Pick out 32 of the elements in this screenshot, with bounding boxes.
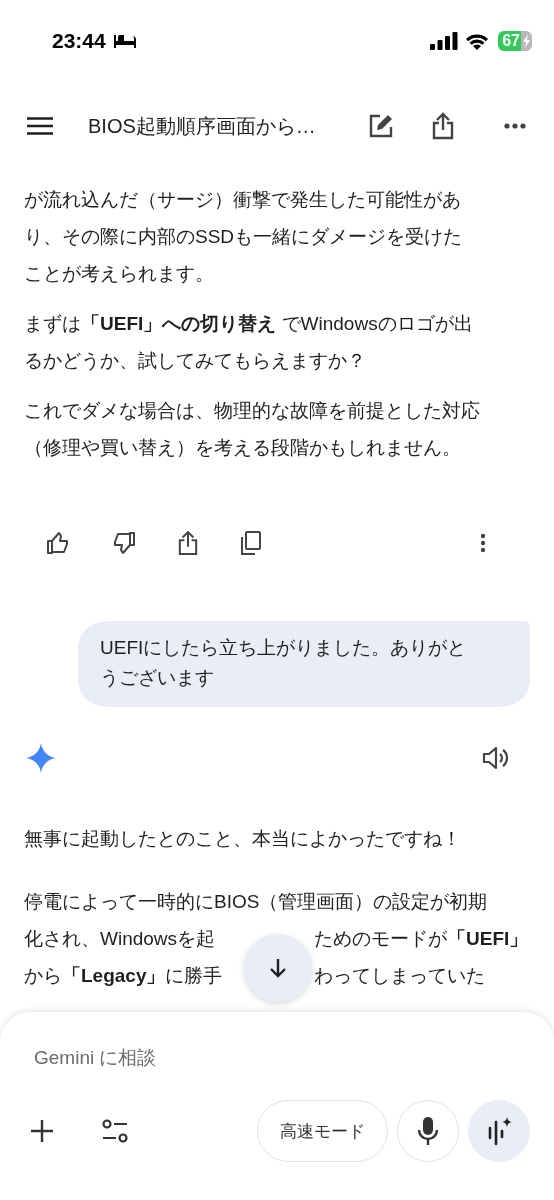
response-paragraph: 無事に起動したとのこと、本当によかったですね！ (24, 827, 462, 851)
bed-icon (112, 33, 137, 49)
response-text: 化され、Windowsを起 (24, 927, 216, 951)
copy-icon[interactable] (240, 531, 262, 555)
response-text: から「Legacy」に勝手 (24, 964, 223, 988)
share-icon[interactable] (432, 112, 454, 140)
share-icon[interactable] (178, 530, 198, 556)
user-message: UEFIにしたら立ち上がりました。ありがと うございます (78, 621, 530, 707)
edit-icon[interactable] (368, 113, 394, 139)
mode-button[interactable]: 高速モード (257, 1100, 388, 1162)
prompt-field[interactable]: Gemini に相談 (24, 1038, 344, 1078)
plus-icon[interactable] (30, 1119, 54, 1143)
arrow-down-icon (269, 958, 287, 978)
thumbs-up-icon[interactable] (46, 531, 70, 555)
response-paragraph: が流れ込んだ（サージ）衝撃で発生した可能性があ り、その際に内部のSSDも一緒にダメージを受けた ことが考えられます。 (24, 188, 464, 286)
status-time: 23:44 (52, 29, 106, 53)
response-paragraph: まずは「UEFI」への切り替え でWindowsのロゴが出 るかどうか、試してみてもらえますか？ (24, 312, 474, 373)
more-icon[interactable] (504, 123, 526, 129)
speaker-icon[interactable] (482, 746, 510, 770)
microphone-icon (418, 1116, 438, 1146)
sparkle-icon (26, 743, 56, 773)
more-vertical-icon[interactable] (480, 533, 486, 553)
thumbs-down-icon[interactable] (112, 531, 136, 555)
sliders-icon[interactable] (101, 1119, 129, 1143)
response-text: ためのモードが「UEFI」 (314, 927, 529, 951)
response-text: わってしまっていた (314, 964, 485, 988)
wifi-icon (465, 32, 490, 50)
response-paragraph: これでダメな場合は、物理的な故障を前提とした対応 （修理や買い替え）を考える段階かもしれません。 (24, 399, 481, 460)
response-text: 停電によって一時的にBIOS（管理画面）の設定が初期 (24, 890, 488, 914)
signal-icon (430, 32, 459, 50)
menu-icon[interactable] (27, 117, 53, 135)
chat-title[interactable]: BIOS起動順序画面から… (88, 112, 368, 140)
